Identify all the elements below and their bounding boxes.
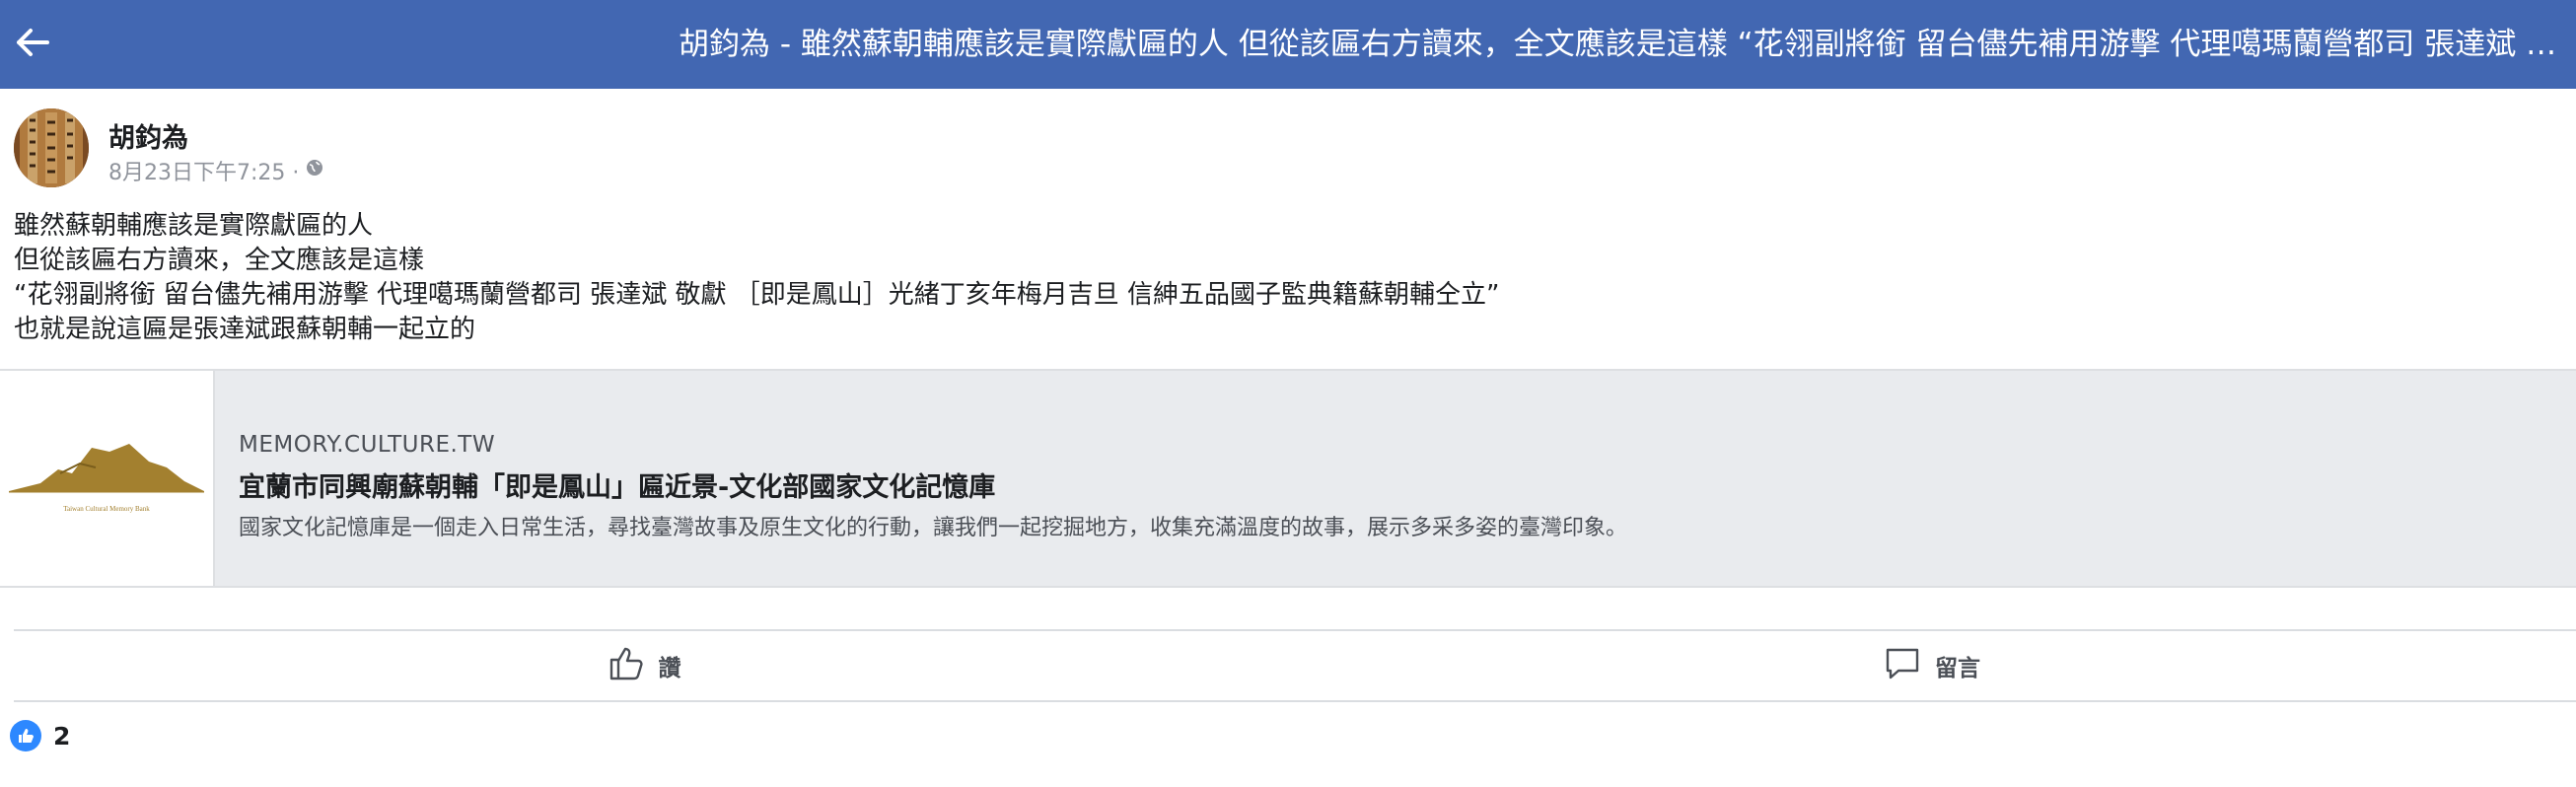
top-bar: 胡鈞為 - 雖然蘇朝輔應該是實際獻匾的人 但從該匾右方讀來，全文應該是這樣 “花…	[0, 0, 2576, 89]
link-thumbnail[interactable]: Taiwan Cultural Memory Bank	[0, 371, 215, 586]
reaction-summary[interactable]: 2	[10, 718, 70, 753]
like-button[interactable]: 讚	[0, 631, 1288, 700]
post-line: 雖然蘇朝輔應該是實際獻匾的人	[14, 211, 374, 241]
link-text[interactable]: MEMORY.CULTURE.TW 宜蘭市同興廟蘇朝輔「即是鳳山」匾近景-文化部…	[239, 432, 2556, 541]
logo-subtext: Taiwan Cultural Memory Bank	[63, 505, 150, 513]
action-bar: 讚 留言	[0, 631, 2576, 700]
arrow-left-icon	[16, 28, 49, 61]
avatar[interactable]	[14, 108, 89, 187]
like-label: 讚	[658, 656, 681, 681]
post-text: 雖然蘇朝輔應該是實際獻匾的人 但從該匾右方讀來，全文應該是這樣 “花翎副將銜 留…	[14, 209, 2558, 347]
thumbs-up-icon	[608, 644, 645, 687]
post-author[interactable]: 胡鈞為	[108, 116, 188, 155]
link-domain: MEMORY.CULTURE.TW	[239, 432, 496, 458]
page-title: 胡鈞為 - 雖然蘇朝輔應該是實際獻匾的人 但從該匾右方讀來，全文應該是這樣 “花…	[679, 27, 2576, 62]
back-button[interactable]	[0, 0, 65, 89]
link-description: 國家文化記憶庫是一個走入日常生活，尋找臺灣故事及原生文化的行動，讓我們一起挖掘地…	[239, 516, 1628, 540]
post-meta: 8月23日下午7:25 ·	[108, 155, 324, 186]
post-line: “花翎副將銜 留台儘先補用游擊 代理噶瑪蘭營都司 張達斌 敬獻 ［即是鳳山］光緒…	[14, 280, 1500, 310]
divider	[14, 700, 2576, 702]
link-title[interactable]: 宜蘭市同興廟蘇朝輔「即是鳳山」匾近景-文化部國家文化記憶庫	[239, 465, 2556, 504]
like-reaction-icon	[10, 720, 41, 751]
memory-bank-logo: Taiwan Cultural Memory Bank	[9, 444, 204, 513]
globe-icon	[305, 158, 324, 183]
link-preview-card[interactable]: Taiwan Cultural Memory Bank MEMORY.CULTU…	[0, 369, 2576, 588]
like-count: 2	[53, 721, 71, 751]
post-timestamp[interactable]: 8月23日下午7:25 ·	[108, 155, 299, 186]
comment-button[interactable]: 留言	[1288, 631, 2576, 700]
post-line: 但從該匾右方讀來，全文應該是這樣	[14, 246, 425, 275]
comment-label: 留言	[1935, 656, 1980, 681]
post-line: 也就是說這匾是張達斌跟蘇朝輔一起立的	[14, 315, 476, 344]
comment-icon	[1884, 644, 1921, 687]
